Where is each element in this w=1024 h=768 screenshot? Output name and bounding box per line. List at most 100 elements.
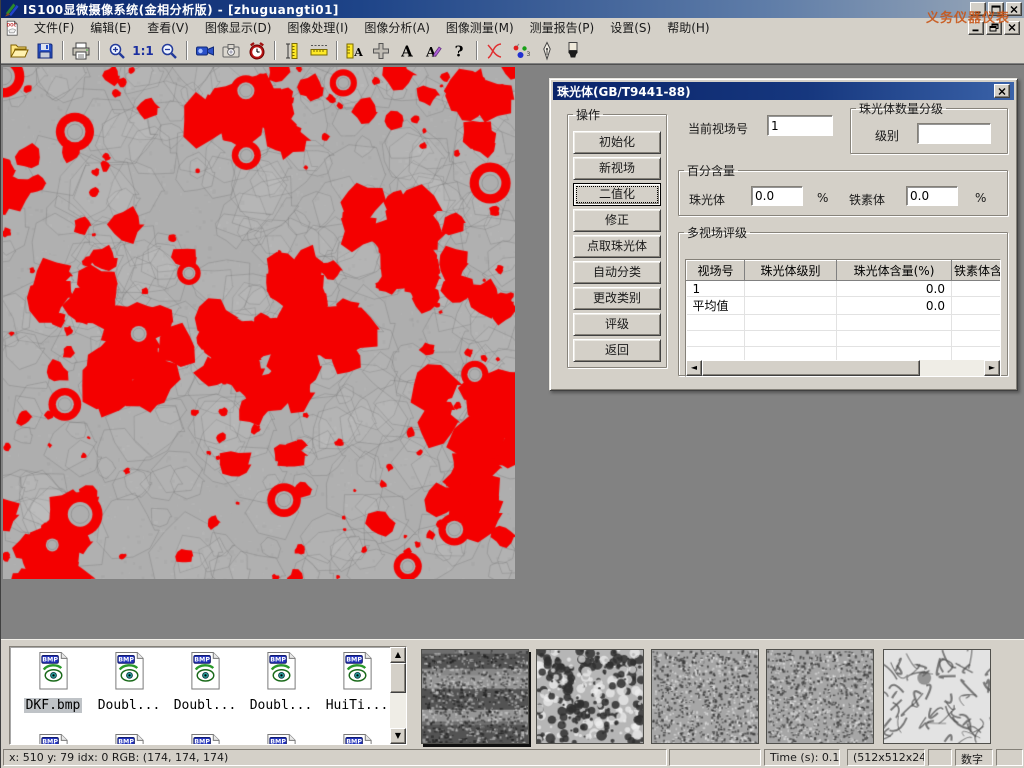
file-item-4[interactable]: BMPDoubl... [244,651,318,713]
window-minimize-button[interactable] [970,2,986,16]
file-item-row2[interactable]: BMP [320,733,394,745]
file-item-row2[interactable]: BMP [92,733,166,745]
table-hscrollbar[interactable]: ◄ ► [686,360,1000,376]
save-icon[interactable] [32,39,58,62]
menu-settings[interactable]: 设置(S) [602,17,659,38]
zoom-out-icon[interactable] [156,39,182,62]
op-button-2[interactable]: 新视场 [573,157,661,180]
file-item-1[interactable]: BMPDKF.bmp [16,651,90,713]
op-button-1[interactable]: 初始化 [573,131,661,154]
menu-view[interactable]: 查看(V) [139,17,197,38]
thumbnail-2[interactable] [536,649,644,744]
help-icon[interactable]: ? [446,39,472,62]
svg-text:BMP: BMP [346,657,362,664]
op-button-7[interactable]: 更改类别 [573,287,661,310]
toolbar-separator [274,41,276,60]
op-button-9[interactable]: 返回 [573,339,661,362]
window-title: IS100显微摄像系统(金相分析版) - [zhuguangti01] [23,1,339,18]
dialog-titlebar[interactable]: 珠光体(GB/T9441-88) [553,82,1014,100]
table-row[interactable]: 10.0 [687,281,1002,297]
vscroll-thumb[interactable] [390,663,406,693]
window-titlebar[interactable]: IS100显微摄像系统(金相分析版) - [zhuguangti01] [1,0,1024,18]
svg-text:BMP: BMP [42,739,58,745]
marker-points-icon[interactable]: 3 [508,39,534,62]
thumbnail-4[interactable] [766,649,874,744]
op-button-6[interactable]: 自动分类 [573,261,661,284]
file-item-3[interactable]: BMPDoubl... [168,651,242,713]
hscroll-thumb[interactable] [702,360,920,376]
file-item-row2[interactable]: BMP [16,733,90,745]
text-annotation-icon[interactable]: A [394,39,420,62]
table-cell [837,331,952,347]
rating-table[interactable]: 视场号珠光体级别珠光体含量(%)铁素体含量(%)10.0平均值0.0 [686,260,1001,363]
status-panel-cursor-info: x: 510 y: 79 idx: 0 RGB: (174, 174, 174) [3,749,667,766]
menu-image-measure[interactable]: 图像测量(M) [438,17,522,38]
toolbar-separator [186,41,188,60]
file-item-2[interactable]: BMPDoubl... [92,651,166,713]
print-icon[interactable] [68,39,94,62]
timer-clock-icon[interactable] [244,39,270,62]
file-item-row2[interactable]: BMP [244,733,318,745]
menu-image-processing[interactable]: 图像处理(I) [279,17,356,38]
vscroll-up-arrow[interactable]: ▲ [390,647,406,663]
open-file-icon[interactable] [6,39,32,62]
camera-capture-icon[interactable] [218,39,244,62]
measure-label-icon[interactable]: A [342,39,368,62]
thumbnail-3[interactable] [651,649,759,744]
file-item-row2[interactable]: BMP [168,733,242,745]
menu-edit[interactable]: 编辑(E) [82,17,139,38]
hscroll-left-arrow[interactable]: ◄ [686,360,702,376]
thumbnail-5[interactable] [883,649,991,744]
op-button-3[interactable]: 二值化 [573,183,661,206]
window-maximize-button[interactable] [988,2,1004,16]
op-button-4[interactable]: 修正 [573,209,661,232]
menu-measure-report[interactable]: 测量报告(P) [522,17,603,38]
table-row-empty[interactable] [687,315,1002,331]
curve-tool-icon[interactable] [482,39,508,62]
brush-tool-icon[interactable] [560,39,586,62]
pen-tool-icon[interactable] [534,39,560,62]
document-icon[interactable]: DOC [4,20,20,36]
zoom-in-icon[interactable] [104,39,130,62]
percent-input-2[interactable] [906,186,958,206]
dialog-close-button[interactable] [994,84,1010,98]
vscroll-down-arrow[interactable]: ▼ [390,728,406,744]
actual-size-icon[interactable]: 1:1 [130,39,156,62]
mdi-restore-button[interactable] [986,21,1002,35]
file-label: Doubl... [248,698,315,713]
rating-table-wrap: 视场号珠光体级别珠光体含量(%)铁素体含量(%)10.0平均值0.0 ◄ ► [685,259,1001,377]
caliper-icon[interactable] [280,39,306,62]
thumbnail-1[interactable] [421,649,529,744]
video-camera-icon[interactable] [192,39,218,62]
ruler-icon[interactable] [306,39,332,62]
move-cross-icon[interactable] [368,39,394,62]
specimen-image[interactable] [3,67,515,579]
file-item-5[interactable]: BMPHuiTi... [320,651,394,713]
table-cell [745,315,837,331]
percent-group-label: 百分含量 [684,162,738,179]
op-button-8[interactable]: 评级 [573,313,661,336]
edit-annotation-icon[interactable]: A [420,39,446,62]
hscroll-track[interactable] [920,360,984,376]
menu-help[interactable]: 帮助(H) [659,17,717,38]
menu-file[interactable]: 文件(F) [26,17,82,38]
menu-image-display[interactable]: 图像显示(D) [197,17,280,38]
table-header-4: 铁素体含量(%) [952,261,1002,281]
hscroll-right-arrow[interactable]: ► [984,360,1000,376]
table-row[interactable]: 平均值0.0 [687,297,1002,315]
mdi-close-button[interactable] [1004,21,1020,35]
op-button-5[interactable]: 点取珠光体 [573,235,661,258]
grade-level-input[interactable] [917,123,991,144]
filelist-vscrollbar[interactable]: ▲ ▼ [390,647,406,744]
mdi-minimize-button[interactable] [968,21,984,35]
current-field-input[interactable] [767,115,833,136]
table-header-3: 珠光体含量(%) [837,261,952,281]
current-field-label: 当前视场号 [688,120,748,137]
percent-input-1[interactable] [751,186,803,206]
window-close-button[interactable] [1006,2,1022,16]
menu-image-analysis[interactable]: 图像分析(A) [356,17,438,38]
file-list[interactable]: BMPBMPBMPBMPBMPBMPHuiTi...BMPDoubl...BMP… [9,646,407,745]
table-cell [745,297,837,315]
table-row-empty[interactable] [687,331,1002,347]
file-label: Doubl... [172,698,239,713]
